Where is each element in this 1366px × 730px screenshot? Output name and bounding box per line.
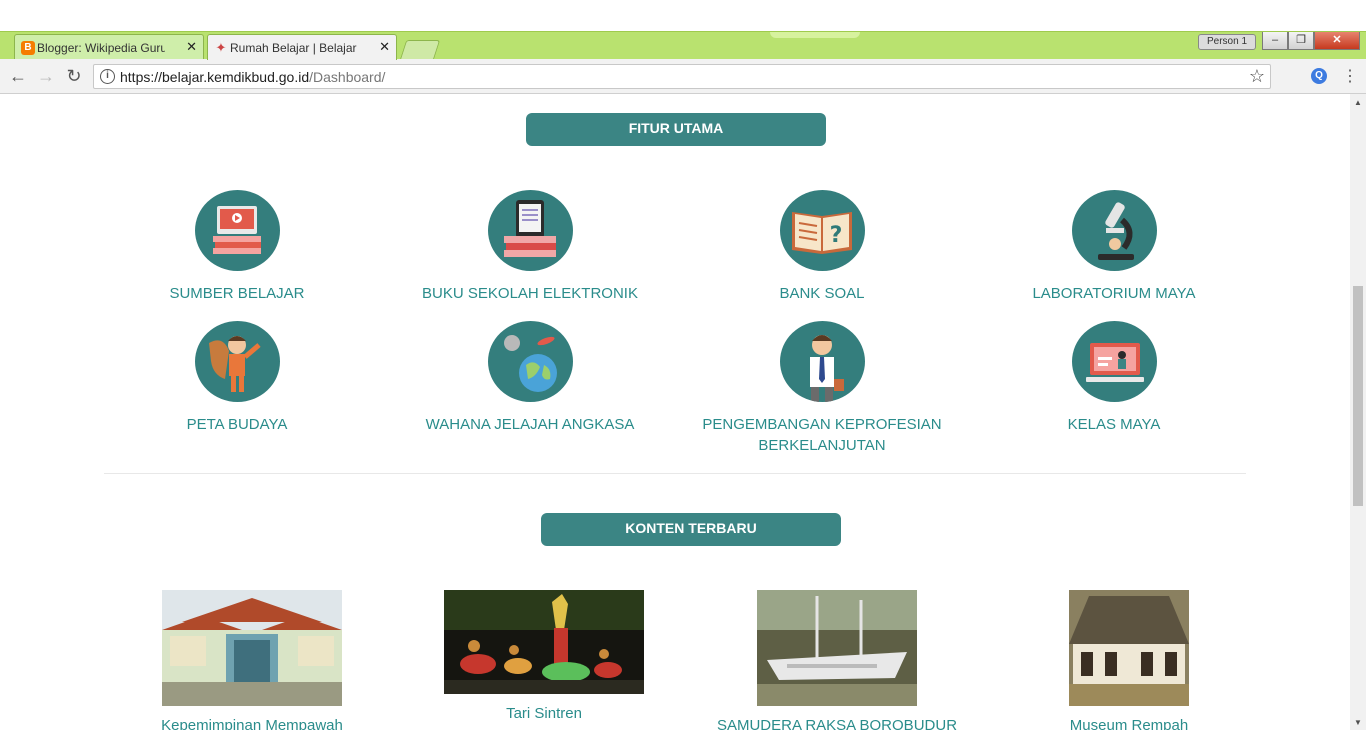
content-caption[interactable]: Tari Sintren bbox=[424, 705, 664, 722]
feature-laboratorium-maya[interactable]: LABORATORIUM MAYA bbox=[969, 190, 1259, 304]
address-bar[interactable]: i https://belajar.kemdikbud.go.id/Dashbo… bbox=[93, 64, 1271, 89]
close-tab-icon[interactable]: ✕ bbox=[186, 39, 197, 55]
minimize-button[interactable]: – bbox=[1262, 32, 1288, 50]
restore-button[interactable]: ❐ bbox=[1288, 32, 1314, 50]
tab-title: Blogger: Wikipedia Guru bbox=[37, 40, 165, 55]
vertical-scrollbar[interactable]: ▲ ▼ bbox=[1350, 94, 1366, 730]
close-window-button[interactable]: ✕ bbox=[1314, 32, 1360, 50]
open-book-question-icon: ? bbox=[779, 190, 865, 271]
tab-title: Rumah Belajar | Belajar U bbox=[230, 40, 358, 55]
ebook-reader-icon bbox=[487, 190, 573, 271]
konten-terbaru-heading: KONTEN TERBARU bbox=[541, 513, 841, 546]
monitor-books-icon bbox=[194, 190, 280, 271]
feature-label: LABORATORIUM MAYA bbox=[1032, 285, 1196, 302]
scrollbar-thumb[interactable] bbox=[1353, 286, 1363, 506]
reload-icon[interactable]: ↻ bbox=[64, 66, 84, 87]
cultural-figure-icon bbox=[194, 321, 280, 402]
extension-icon[interactable]: Q bbox=[1311, 68, 1327, 84]
feature-label: PENGEMBANGAN KEPROFESIAN BERKELANJUTAN bbox=[702, 416, 942, 454]
feature-wahana-jelajah-angkasa[interactable]: WAHANA JELAJAH ANGKASA bbox=[385, 321, 675, 435]
dance-photo bbox=[444, 590, 644, 694]
rumah-belajar-icon: ✦ bbox=[215, 40, 227, 55]
bookmark-star-icon[interactable]: ☆ bbox=[1249, 66, 1265, 87]
screen-top-margin bbox=[0, 0, 1366, 31]
content-card-tari-sintren[interactable]: Tari Sintren bbox=[424, 590, 664, 722]
content-caption[interactable]: SAMUDERA RAKSA BOROBUDUR bbox=[706, 717, 968, 730]
scroll-up-arrow-icon[interactable]: ▲ bbox=[1350, 96, 1366, 110]
feature-label: BANK SOAL bbox=[779, 285, 865, 302]
content-card-kepemimpinan-mempawah[interactable]: Kepemimpinan Mempawah bbox=[150, 590, 354, 730]
feature-buku-sekolah-elektronik[interactable]: BUKU SEKOLAH ELEKTRONIK bbox=[385, 190, 675, 304]
profile-button[interactable]: Person 1 bbox=[1198, 34, 1256, 50]
fitur-utama-heading: FITUR UTAMA bbox=[526, 113, 826, 146]
content-card-museum-rempah[interactable]: Museum Rempah bbox=[1044, 590, 1214, 730]
feature-label: KELAS MAYA bbox=[1067, 416, 1161, 433]
scroll-down-arrow-icon[interactable]: ▼ bbox=[1350, 716, 1366, 730]
blogger-icon: B bbox=[21, 41, 35, 55]
section-divider bbox=[104, 473, 1246, 474]
ship-photo bbox=[757, 590, 917, 706]
page-viewport: FITUR UTAMA SUMBER BELAJAR BUKU SEKOLAH … bbox=[0, 94, 1350, 730]
feature-label: SUMBER BELAJAR bbox=[169, 285, 305, 302]
feature-bank-soal[interactable]: ? BANK SOAL bbox=[677, 190, 967, 304]
planet-earth-icon bbox=[487, 321, 573, 402]
svg-text:?: ? bbox=[829, 223, 842, 248]
feature-label: PETA BUDAYA bbox=[186, 416, 288, 433]
feature-label: WAHANA JELAJAH ANGKASA bbox=[425, 416, 635, 433]
tab-blogger[interactable]: B Blogger: Wikipedia Guru ✕ bbox=[14, 34, 204, 60]
new-tab-button[interactable] bbox=[399, 40, 441, 60]
back-arrow-icon[interactable]: ← bbox=[8, 66, 28, 87]
feature-sumber-belajar[interactable]: SUMBER BELAJAR bbox=[92, 190, 382, 304]
microscope-icon bbox=[1071, 190, 1157, 271]
tab-strip: B Blogger: Wikipedia Guru ✕ ✦ Rumah Bela… bbox=[0, 31, 1366, 60]
close-tab-icon[interactable]: ✕ bbox=[379, 39, 390, 55]
info-icon[interactable]: i bbox=[100, 69, 115, 84]
content-card-samudera-raksa-borobudur[interactable]: SAMUDERA RAKSA BOROBUDUR bbox=[706, 590, 968, 730]
palace-photo bbox=[162, 590, 342, 706]
content-caption[interactable]: Kepemimpinan Mempawah bbox=[150, 717, 354, 730]
feature-pengembangan-keprofesian[interactable]: PENGEMBANGAN KEPROFESIAN BERKELANJUTAN bbox=[677, 321, 967, 456]
museum-photo bbox=[1069, 590, 1189, 706]
url-text[interactable]: https://belajar.kemdikbud.go.id/Dashboar… bbox=[120, 69, 385, 85]
virtual-class-icon bbox=[1071, 321, 1157, 402]
teacher-icon bbox=[779, 321, 865, 402]
tab-rumah-belajar[interactable]: ✦ Rumah Belajar | Belajar U ✕ bbox=[207, 34, 397, 60]
menu-dots-icon[interactable]: ⋮ bbox=[1342, 66, 1358, 86]
browser-toolbar: ← → ↻ i https://belajar.kemdikbud.go.id/… bbox=[0, 59, 1366, 94]
forward-arrow-icon[interactable]: → bbox=[36, 66, 56, 87]
content-caption[interactable]: Museum Rempah bbox=[1044, 717, 1214, 730]
feature-label: BUKU SEKOLAH ELEKTRONIK bbox=[422, 285, 638, 302]
feature-kelas-maya[interactable]: KELAS MAYA bbox=[969, 321, 1259, 435]
feature-peta-budaya[interactable]: PETA BUDAYA bbox=[92, 321, 382, 435]
